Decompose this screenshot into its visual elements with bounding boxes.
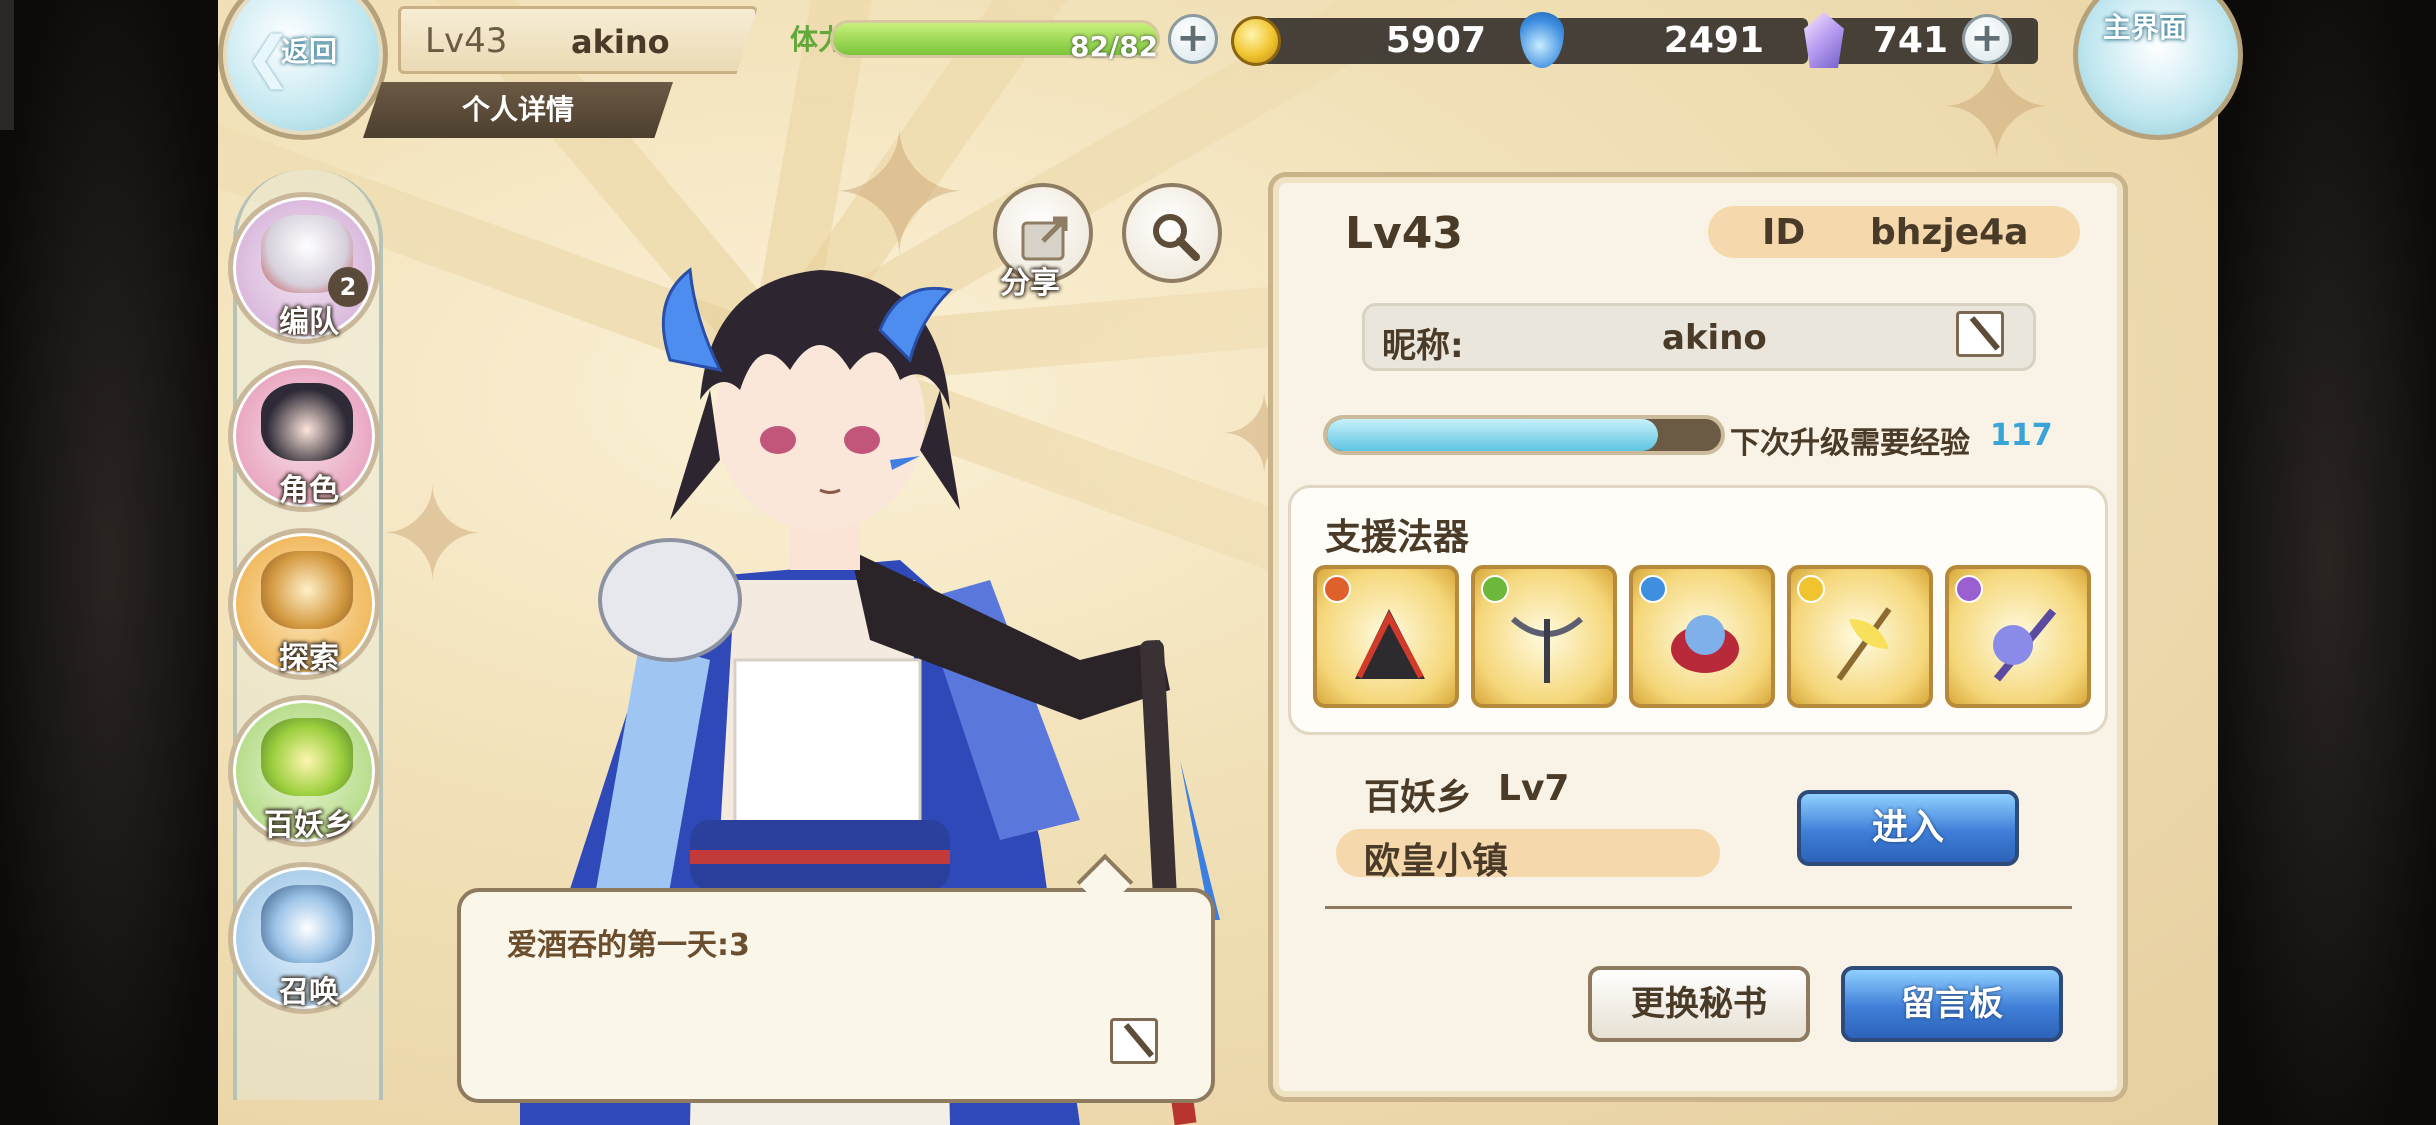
character-hair-strand <box>920 390 960 510</box>
golden-lily-sword-icon <box>1836 607 1892 681</box>
skull-shoulder-armor <box>598 538 742 662</box>
exp-fill <box>1327 419 1658 451</box>
edit-nickname-icon[interactable] <box>1956 311 2004 357</box>
explore-icon <box>261 551 353 629</box>
moon-sword-icon <box>1993 608 2057 682</box>
town-name: 欧皇小镇 <box>1364 841 1509 882</box>
change-secretary-button[interactable]: 更换秘书 <box>1588 966 1810 1042</box>
support-artifact-1[interactable] <box>1313 565 1459 708</box>
share-label: 分享 <box>1000 266 1060 301</box>
profile-level: Lv43 <box>1345 208 1463 259</box>
support-artifact-2[interactable] <box>1471 565 1617 708</box>
support-artifacts-title: 支援法器 <box>1325 517 1470 558</box>
nav-item-summon[interactable]: 召唤 <box>228 862 380 1014</box>
stamina-value: 82/82 <box>1070 30 1159 63</box>
nickname-label: 昵称: <box>1382 326 1464 366</box>
nickname-value: akino <box>1662 318 1767 358</box>
edit-message-icon[interactable] <box>1110 1018 1158 1064</box>
player-level-plate: Lv43 akino <box>398 6 758 74</box>
right-eye <box>844 426 880 454</box>
nav-label-character: 角色 <box>279 473 339 508</box>
nav-item-character[interactable]: 角色 <box>228 360 380 512</box>
secretary-message: 爱酒吞的第一天:3 <box>507 928 750 963</box>
nav-item-explore[interactable]: 探索 <box>228 528 380 680</box>
nav-label-summon: 召唤 <box>279 975 339 1010</box>
character-bandage <box>733 658 922 842</box>
panel-divider <box>1325 906 2072 909</box>
top-bar: ❮ 返回 Lv43 akino 个人详情 体力 82/82 + 5907 249… <box>218 0 2243 140</box>
village-name: 百妖乡 <box>1364 777 1473 818</box>
nav-item-team[interactable]: 2 编队 <box>228 192 380 344</box>
message-board-button[interactable]: 留言板 <box>1841 966 2063 1042</box>
support-artifact-4[interactable] <box>1787 565 1933 708</box>
player-name: akino <box>571 23 670 61</box>
support-artifact-5[interactable] <box>1945 565 2091 708</box>
exp-bar <box>1323 415 1725 455</box>
village-level: Lv7 <box>1498 768 1570 809</box>
left-eye <box>760 426 796 454</box>
id-value: bhzje4a <box>1870 212 2029 253</box>
add-stamina-button[interactable]: + <box>1168 14 1218 64</box>
back-label: 返回 <box>281 35 338 68</box>
nav-label-team: 编队 <box>279 305 339 340</box>
nav-item-village[interactable]: 百妖乡 <box>228 695 380 847</box>
character-belt-stripe <box>690 850 950 864</box>
left-navigation: 2 编队 角色 探索 百妖乡 召唤 <box>218 110 398 1110</box>
add-gem-button[interactable]: + <box>1962 14 2012 64</box>
left-horn <box>661 267 723 373</box>
personal-details-tab[interactable]: 个人详情 <box>363 82 673 138</box>
player-level: Lv43 <box>425 21 508 61</box>
gold-value: 5907 <box>1385 20 1486 61</box>
left-letterbox <box>0 0 218 1125</box>
right-letterbox <box>2218 0 2436 1125</box>
war-fan-icon <box>1355 609 1425 679</box>
spirit-dragon-icon <box>1671 615 1739 673</box>
share-icon <box>1021 216 1068 261</box>
enter-village-button[interactable]: 进入 <box>1797 790 2019 866</box>
exp-value: 117 <box>1990 418 2053 453</box>
crossbow-icon <box>1511 616 1583 683</box>
nav-label-explore: 探索 <box>279 641 339 676</box>
gold-coin-icon <box>1231 16 1281 66</box>
village-icon <box>261 718 353 796</box>
search-button[interactable] <box>1122 183 1222 283</box>
nav-label-village: 百妖乡 <box>264 808 354 843</box>
gem-value: 741 <box>1872 20 1948 61</box>
water-value: 2491 <box>1663 20 1764 61</box>
home-label: 主界面 <box>2103 11 2188 44</box>
summon-icon <box>261 885 353 963</box>
exp-label: 下次升级需要经验 <box>1730 426 1970 461</box>
id-label: ID <box>1762 212 1806 253</box>
support-artifact-3[interactable] <box>1629 565 1775 708</box>
camera-notch <box>0 0 14 130</box>
character-hair-strand <box>670 390 720 520</box>
character-icon <box>261 383 353 461</box>
magnifier-icon <box>1153 214 1200 261</box>
